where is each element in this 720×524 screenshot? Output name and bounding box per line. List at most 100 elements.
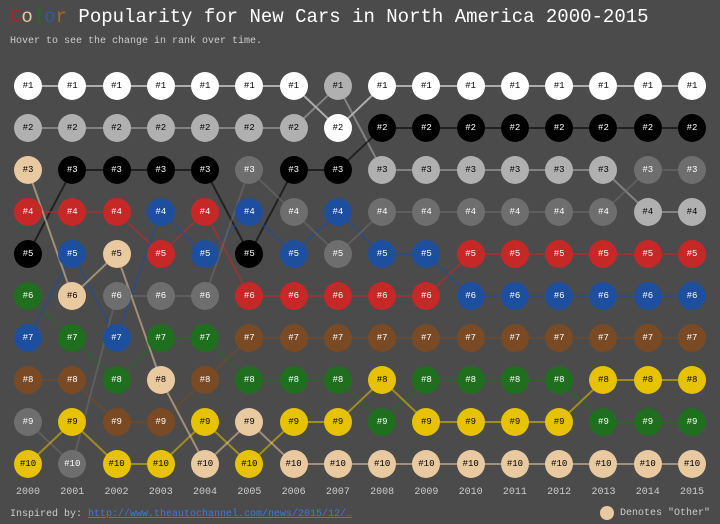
rank-node[interactable]: #2 [14, 114, 42, 142]
rank-node[interactable]: #7 [324, 324, 352, 352]
rank-node[interactable]: #1 [678, 72, 706, 100]
rank-node[interactable]: #5 [368, 240, 396, 268]
rank-node[interactable]: #6 [589, 282, 617, 310]
rank-node[interactable]: #9 [412, 408, 440, 436]
rank-node[interactable]: #3 [589, 156, 617, 184]
rank-node[interactable]: #1 [412, 72, 440, 100]
rank-node[interactable]: #8 [368, 366, 396, 394]
rank-node[interactable]: #1 [280, 72, 308, 100]
rank-node[interactable]: #1 [634, 72, 662, 100]
rank-node[interactable]: #3 [501, 156, 529, 184]
rank-node[interactable]: #6 [103, 282, 131, 310]
rank-node[interactable]: #5 [678, 240, 706, 268]
rank-node[interactable]: #2 [589, 114, 617, 142]
rank-node[interactable]: #10 [678, 450, 706, 478]
rank-node[interactable]: #4 [280, 198, 308, 226]
rank-node[interactable]: #4 [501, 198, 529, 226]
rank-node[interactable]: #3 [191, 156, 219, 184]
rank-node[interactable]: #5 [14, 240, 42, 268]
rank-node[interactable]: #6 [545, 282, 573, 310]
rank-node[interactable]: #2 [368, 114, 396, 142]
rank-node[interactable]: #8 [58, 366, 86, 394]
rank-node[interactable]: #1 [589, 72, 617, 100]
rank-node[interactable]: #4 [58, 198, 86, 226]
rank-node[interactable]: #9 [280, 408, 308, 436]
rank-node[interactable]: #8 [147, 366, 175, 394]
rank-node[interactable]: #1 [191, 72, 219, 100]
rank-node[interactable]: #9 [589, 408, 617, 436]
rank-node[interactable]: #3 [147, 156, 175, 184]
rank-node[interactable]: #9 [457, 408, 485, 436]
rank-node[interactable]: #5 [235, 240, 263, 268]
rank-node[interactable]: #1 [147, 72, 175, 100]
rank-node[interactable]: #5 [457, 240, 485, 268]
rank-node[interactable]: #7 [589, 324, 617, 352]
rank-node[interactable]: #10 [14, 450, 42, 478]
rank-node[interactable]: #5 [501, 240, 529, 268]
rank-node[interactable]: #6 [634, 282, 662, 310]
rank-node[interactable]: #6 [324, 282, 352, 310]
rank-node[interactable]: #7 [58, 324, 86, 352]
rank-node[interactable]: #9 [368, 408, 396, 436]
rank-node[interactable]: #8 [545, 366, 573, 394]
rank-node[interactable]: #9 [103, 408, 131, 436]
rank-node[interactable]: #1 [58, 72, 86, 100]
rank-node[interactable]: #10 [634, 450, 662, 478]
rank-node[interactable]: #7 [545, 324, 573, 352]
rank-node[interactable]: #2 [634, 114, 662, 142]
rank-node[interactable]: #10 [103, 450, 131, 478]
rank-node[interactable]: #4 [147, 198, 175, 226]
rank-node[interactable]: #4 [412, 198, 440, 226]
rank-node[interactable]: #7 [412, 324, 440, 352]
rank-node[interactable]: #6 [457, 282, 485, 310]
rank-node[interactable]: #7 [368, 324, 396, 352]
rank-node[interactable]: #6 [412, 282, 440, 310]
rank-node[interactable]: #2 [191, 114, 219, 142]
rank-node[interactable]: #10 [280, 450, 308, 478]
rank-node[interactable]: #9 [58, 408, 86, 436]
rank-node[interactable]: #9 [324, 408, 352, 436]
rank-node[interactable]: #8 [501, 366, 529, 394]
rank-node[interactable]: #5 [147, 240, 175, 268]
rank-node[interactable]: #2 [280, 114, 308, 142]
rank-node[interactable]: #3 [324, 156, 352, 184]
rank-node[interactable]: #2 [457, 114, 485, 142]
rank-node[interactable]: #1 [368, 72, 396, 100]
rank-node[interactable]: #9 [14, 408, 42, 436]
rank-node[interactable]: #5 [634, 240, 662, 268]
rank-node[interactable]: #6 [58, 282, 86, 310]
rank-node[interactable]: #6 [14, 282, 42, 310]
rank-node[interactable]: #8 [103, 366, 131, 394]
rank-node[interactable]: #10 [368, 450, 396, 478]
rank-node[interactable]: #5 [324, 240, 352, 268]
rank-node[interactable]: #5 [545, 240, 573, 268]
rank-node[interactable]: #4 [103, 198, 131, 226]
rank-node[interactable]: #10 [589, 450, 617, 478]
rank-node[interactable]: #7 [678, 324, 706, 352]
rank-node[interactable]: #4 [235, 198, 263, 226]
rank-node[interactable]: #2 [235, 114, 263, 142]
rank-node[interactable]: #5 [103, 240, 131, 268]
rank-node[interactable]: #8 [191, 366, 219, 394]
rank-node[interactable]: #1 [235, 72, 263, 100]
rank-node[interactable]: #6 [280, 282, 308, 310]
rank-node[interactable]: #7 [147, 324, 175, 352]
rank-node[interactable]: #3 [280, 156, 308, 184]
rank-node[interactable]: #8 [324, 366, 352, 394]
rank-node[interactable]: #10 [324, 450, 352, 478]
rank-node[interactable]: #5 [412, 240, 440, 268]
rank-node[interactable]: #2 [412, 114, 440, 142]
rank-node[interactable]: #7 [280, 324, 308, 352]
rank-node[interactable]: #6 [235, 282, 263, 310]
rank-node[interactable]: #6 [501, 282, 529, 310]
rank-node[interactable]: #9 [235, 408, 263, 436]
rank-node[interactable]: #10 [191, 450, 219, 478]
rank-node[interactable]: #8 [412, 366, 440, 394]
rank-node[interactable]: #7 [457, 324, 485, 352]
footer-link[interactable]: http://www.theautochannel.com/news/2015/… [88, 509, 352, 520]
rank-node[interactable]: #5 [589, 240, 617, 268]
rank-node[interactable]: #8 [634, 366, 662, 394]
rank-node[interactable]: #4 [368, 198, 396, 226]
rank-node[interactable]: #8 [589, 366, 617, 394]
rank-node[interactable]: #9 [147, 408, 175, 436]
